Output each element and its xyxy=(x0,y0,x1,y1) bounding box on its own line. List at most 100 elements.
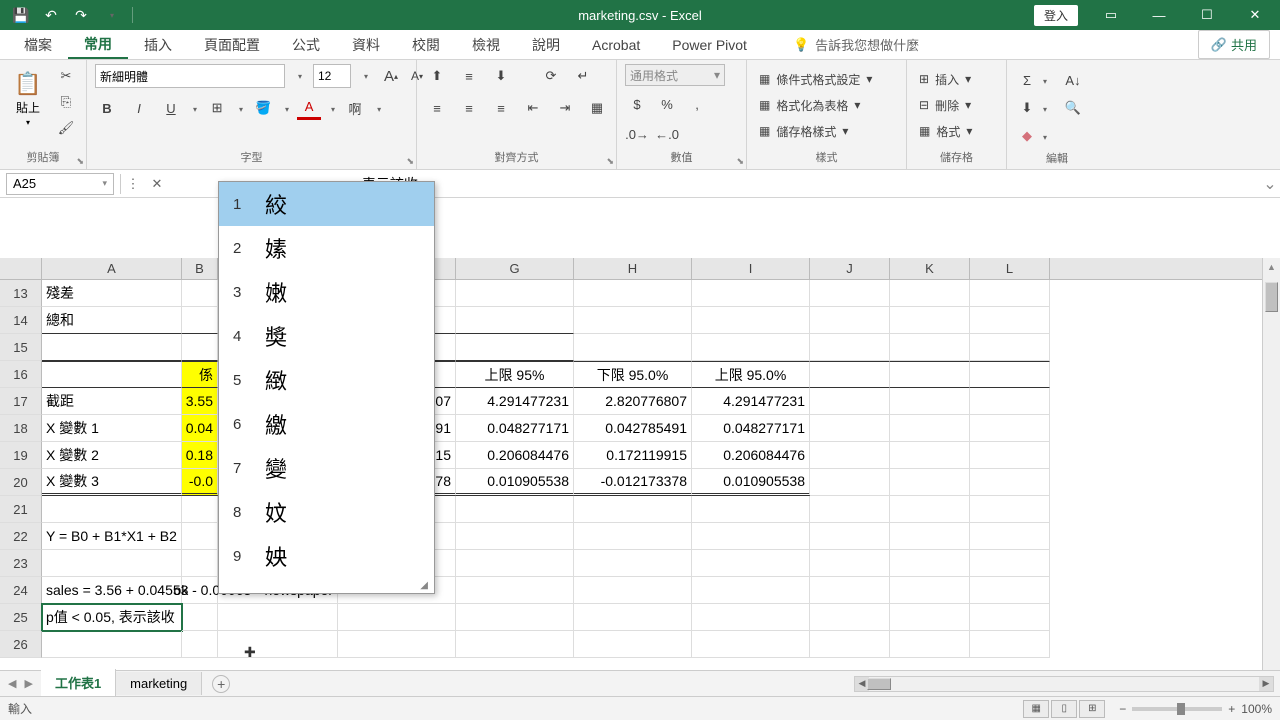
close-icon[interactable]: ✕ xyxy=(1232,0,1278,30)
login-button[interactable]: 登入 xyxy=(1034,5,1078,26)
expand-formula-icon[interactable]: ⌄ xyxy=(1260,174,1280,194)
find-icon[interactable]: 🔍 xyxy=(1061,96,1085,120)
format-painter-icon[interactable]: 🖌 xyxy=(54,116,78,140)
row-header[interactable]: 19 xyxy=(0,442,42,469)
cell[interactable] xyxy=(182,604,218,631)
tab-acrobat[interactable]: Acrobat xyxy=(576,30,656,59)
cell[interactable] xyxy=(970,307,1050,334)
add-sheet-icon[interactable]: + xyxy=(212,675,230,693)
merge-icon[interactable]: ▦ xyxy=(585,96,609,120)
cell[interactable]: 0.010905538 xyxy=(456,469,574,496)
ime-candidate[interactable]: 7變 xyxy=(219,446,434,490)
ime-candidate[interactable]: 2嫊 xyxy=(219,226,434,270)
cell[interactable] xyxy=(692,550,810,577)
inc-decimal-icon[interactable]: .0→ xyxy=(625,122,649,146)
borders-icon[interactable]: ⊞ xyxy=(205,96,229,120)
cell[interactable] xyxy=(692,496,810,523)
cell[interactable]: 總和 xyxy=(42,307,182,334)
cell[interactable] xyxy=(456,631,574,658)
cell[interactable] xyxy=(890,469,970,496)
tab-view[interactable]: 檢視 xyxy=(456,30,516,59)
zoom-in-icon[interactable]: + xyxy=(1228,702,1235,716)
cell[interactable] xyxy=(692,280,810,307)
cell[interactable] xyxy=(338,604,456,631)
cell[interactable] xyxy=(810,307,890,334)
cell[interactable] xyxy=(810,469,890,496)
align-center-icon[interactable]: ≡ xyxy=(457,96,481,120)
cell[interactable] xyxy=(970,388,1050,415)
cell[interactable] xyxy=(890,334,970,361)
cell[interactable] xyxy=(692,307,810,334)
cell[interactable] xyxy=(890,442,970,469)
cell[interactable] xyxy=(970,550,1050,577)
cell[interactable]: -0.0 xyxy=(182,469,218,496)
cell[interactable]: 殘差 xyxy=(42,280,182,307)
normal-view-icon[interactable]: ▦ xyxy=(1023,700,1049,718)
cell[interactable] xyxy=(574,550,692,577)
cell[interactable] xyxy=(810,361,890,388)
name-box[interactable]: A25▾ xyxy=(6,173,114,195)
sheet-tab[interactable]: marketing xyxy=(116,672,202,695)
cell[interactable]: p值 < 0.05, 表示該收 xyxy=(42,604,182,631)
font-name-input[interactable] xyxy=(95,64,285,88)
cell[interactable] xyxy=(810,442,890,469)
orientation-icon[interactable]: ⟳ xyxy=(539,64,563,88)
tab-insert[interactable]: 插入 xyxy=(128,30,188,59)
dialog-launcher-icon[interactable]: ⬊ xyxy=(76,156,84,167)
sort-filter-icon[interactable]: A↓ xyxy=(1061,68,1085,92)
cell[interactable] xyxy=(456,334,574,361)
cell[interactable] xyxy=(890,550,970,577)
dialog-launcher-icon[interactable]: ⬊ xyxy=(406,156,414,167)
grid-rows[interactable]: 13殘差14總和1516係P-值下限 95%上限 95%下限 95.0%上限 9… xyxy=(0,280,1262,670)
column-header[interactable]: H xyxy=(574,258,692,279)
cell[interactable] xyxy=(890,280,970,307)
cell[interactable] xyxy=(456,280,574,307)
column-header[interactable]: I xyxy=(692,258,810,279)
row-header[interactable]: 13 xyxy=(0,280,42,307)
cell[interactable] xyxy=(890,361,970,388)
cell[interactable]: Y = B0 + B1*X1 + B2 xyxy=(42,523,182,550)
font-name-dropdown[interactable] xyxy=(287,64,311,88)
tab-data[interactable]: 資料 xyxy=(336,30,396,59)
font-size-input[interactable] xyxy=(313,64,351,88)
cell[interactable] xyxy=(970,334,1050,361)
cell[interactable] xyxy=(182,523,218,550)
cell[interactable]: 4.291477231 xyxy=(456,388,574,415)
align-right-icon[interactable]: ≡ xyxy=(489,96,513,120)
indent-dec-icon[interactable]: ⇤ xyxy=(521,96,545,120)
copy-icon[interactable]: ⎘ xyxy=(54,90,78,114)
formula-more-icon[interactable]: ⋮ xyxy=(121,173,145,195)
horizontal-scrollbar[interactable]: ◀ ▶ xyxy=(854,676,1274,692)
cell[interactable] xyxy=(890,415,970,442)
format-table-button[interactable]: ▦ 格式化為表格 ▾ xyxy=(755,94,876,116)
cell[interactable] xyxy=(42,361,182,388)
underline-dropdown[interactable] xyxy=(191,99,197,117)
cell[interactable]: 0.010905538 xyxy=(692,469,810,496)
cell[interactable] xyxy=(182,496,218,523)
cell[interactable] xyxy=(42,496,182,523)
cell[interactable]: 4.291477231 xyxy=(692,388,810,415)
column-header[interactable]: J xyxy=(810,258,890,279)
select-all-corner[interactable] xyxy=(0,258,42,279)
font-color-dropdown[interactable] xyxy=(329,99,335,117)
row-header[interactable]: 20 xyxy=(0,469,42,496)
sheet-next-icon[interactable]: ▶ xyxy=(24,677,32,690)
cell[interactable] xyxy=(970,496,1050,523)
cell[interactable] xyxy=(970,442,1050,469)
cell[interactable] xyxy=(574,334,692,361)
cell[interactable] xyxy=(456,496,574,523)
fill-color-icon[interactable]: 🪣 xyxy=(251,96,275,120)
cell[interactable] xyxy=(970,523,1050,550)
row-header[interactable]: 15 xyxy=(0,334,42,361)
minimize-icon[interactable]: — xyxy=(1136,0,1182,30)
undo-icon[interactable]: ↶ xyxy=(38,3,64,27)
cell[interactable] xyxy=(574,523,692,550)
ime-candidate[interactable]: 9姎 xyxy=(219,534,434,578)
ime-candidate[interactable]: 4奬 xyxy=(219,314,434,358)
cell[interactable]: 0.048277171 xyxy=(456,415,574,442)
cell[interactable] xyxy=(890,523,970,550)
cell[interactable] xyxy=(574,307,692,334)
zoom-out-icon[interactable]: − xyxy=(1119,702,1126,716)
wrap-text-icon[interactable]: ↵ xyxy=(571,64,595,88)
cell[interactable] xyxy=(218,604,338,631)
